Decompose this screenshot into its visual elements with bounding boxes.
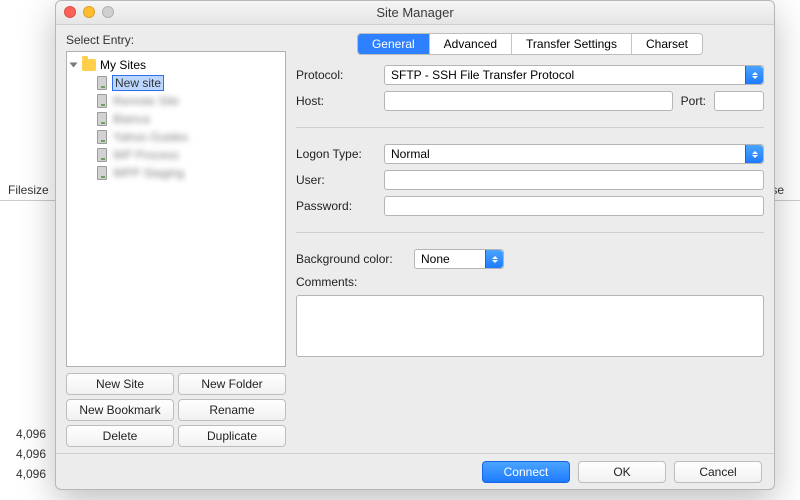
window-title: Site Manager xyxy=(56,5,774,20)
site-item[interactable]: Yahoo Guides xyxy=(69,128,283,146)
site-label: Bianca xyxy=(113,112,150,126)
tab-bar-wrap: GeneralAdvancedTransfer SettingsCharset xyxy=(296,33,764,55)
chevron-updown-icon xyxy=(745,145,763,163)
logon-type-value: Normal xyxy=(391,147,430,161)
site-label: Remote Site xyxy=(113,94,179,108)
ok-button[interactable]: OK xyxy=(578,461,666,483)
traffic-lights xyxy=(64,6,114,18)
port-input[interactable] xyxy=(714,91,764,111)
connect-button[interactable]: Connect xyxy=(482,461,570,483)
close-icon[interactable] xyxy=(64,6,76,18)
new-bookmark-button[interactable]: New Bookmark xyxy=(66,399,174,421)
bg-color-select[interactable]: None xyxy=(414,249,504,269)
protocol-value: SFTP - SSH File Transfer Protocol xyxy=(391,68,574,82)
server-icon xyxy=(97,166,107,180)
tab-transfer-settings[interactable]: Transfer Settings xyxy=(512,34,632,54)
bg-color-value: None xyxy=(421,252,450,266)
host-label: Host: xyxy=(296,94,376,108)
site-item[interactable]: New site xyxy=(69,74,283,92)
site-label: New site xyxy=(113,76,163,90)
tab-general[interactable]: General xyxy=(358,34,430,54)
password-input[interactable] xyxy=(384,196,764,216)
minimize-icon[interactable] xyxy=(83,6,95,18)
bg-color-label: Background color: xyxy=(296,252,406,266)
col-filesize: Filesize xyxy=(8,183,58,197)
site-label: WP Process xyxy=(113,148,179,162)
comments-label: Comments: xyxy=(296,275,406,289)
site-item[interactable]: WP Process xyxy=(69,146,283,164)
comments-textarea[interactable] xyxy=(296,295,764,357)
new-site-button[interactable]: New Site xyxy=(66,373,174,395)
general-form: Protocol: SFTP - SSH File Transfer Proto… xyxy=(296,65,764,357)
tab-advanced[interactable]: Advanced xyxy=(430,34,512,54)
cancel-button[interactable]: Cancel xyxy=(674,461,762,483)
right-panel: GeneralAdvancedTransfer SettingsCharset … xyxy=(296,33,764,447)
host-input[interactable] xyxy=(384,91,673,111)
server-icon xyxy=(97,76,107,90)
zoom-icon[interactable] xyxy=(102,6,114,18)
logon-type-label: Logon Type: xyxy=(296,147,376,161)
server-icon xyxy=(97,94,107,108)
select-entry-label: Select Entry: xyxy=(66,33,286,47)
chevron-updown-icon xyxy=(745,66,763,84)
tree-buttons: New Site New Folder New Bookmark Rename … xyxy=(66,373,286,447)
folder-icon xyxy=(82,59,96,71)
new-folder-button[interactable]: New Folder xyxy=(178,373,286,395)
server-icon xyxy=(97,112,107,126)
separator xyxy=(296,127,764,128)
tab-bar: GeneralAdvancedTransfer SettingsCharset xyxy=(357,33,703,55)
separator xyxy=(296,232,764,233)
chevron-down-icon[interactable] xyxy=(70,63,78,68)
site-item[interactable]: WPP Staging xyxy=(69,164,283,182)
site-label: Yahoo Guides xyxy=(113,130,188,144)
rename-button[interactable]: Rename xyxy=(178,399,286,421)
server-icon xyxy=(97,148,107,162)
root-label: My Sites xyxy=(100,58,146,72)
logon-type-select[interactable]: Normal xyxy=(384,144,764,164)
left-panel: Select Entry: My Sites New site Remote Si… xyxy=(66,33,286,447)
sites-tree[interactable]: My Sites New site Remote Site Bianca Yahoo … xyxy=(66,51,286,367)
site-item[interactable]: Remote Site xyxy=(69,92,283,110)
user-label: User: xyxy=(296,173,376,187)
user-input[interactable] xyxy=(384,170,764,190)
duplicate-button[interactable]: Duplicate xyxy=(178,425,286,447)
titlebar: Site Manager xyxy=(56,1,774,25)
site-label: WPP Staging xyxy=(113,166,184,180)
site-manager-dialog: Site Manager Select Entry: My Sites New … xyxy=(55,0,775,490)
server-icon xyxy=(97,130,107,144)
port-label: Port: xyxy=(681,94,706,108)
password-label: Password: xyxy=(296,199,376,213)
protocol-select[interactable]: SFTP - SSH File Transfer Protocol xyxy=(384,65,764,85)
protocol-label: Protocol: xyxy=(296,68,376,82)
tree-root[interactable]: My Sites xyxy=(69,56,283,74)
site-item[interactable]: Bianca xyxy=(69,110,283,128)
dialog-footer: Connect OK Cancel xyxy=(56,453,774,489)
delete-button[interactable]: Delete xyxy=(66,425,174,447)
tab-charset[interactable]: Charset xyxy=(632,34,702,54)
chevron-updown-icon xyxy=(485,250,503,268)
